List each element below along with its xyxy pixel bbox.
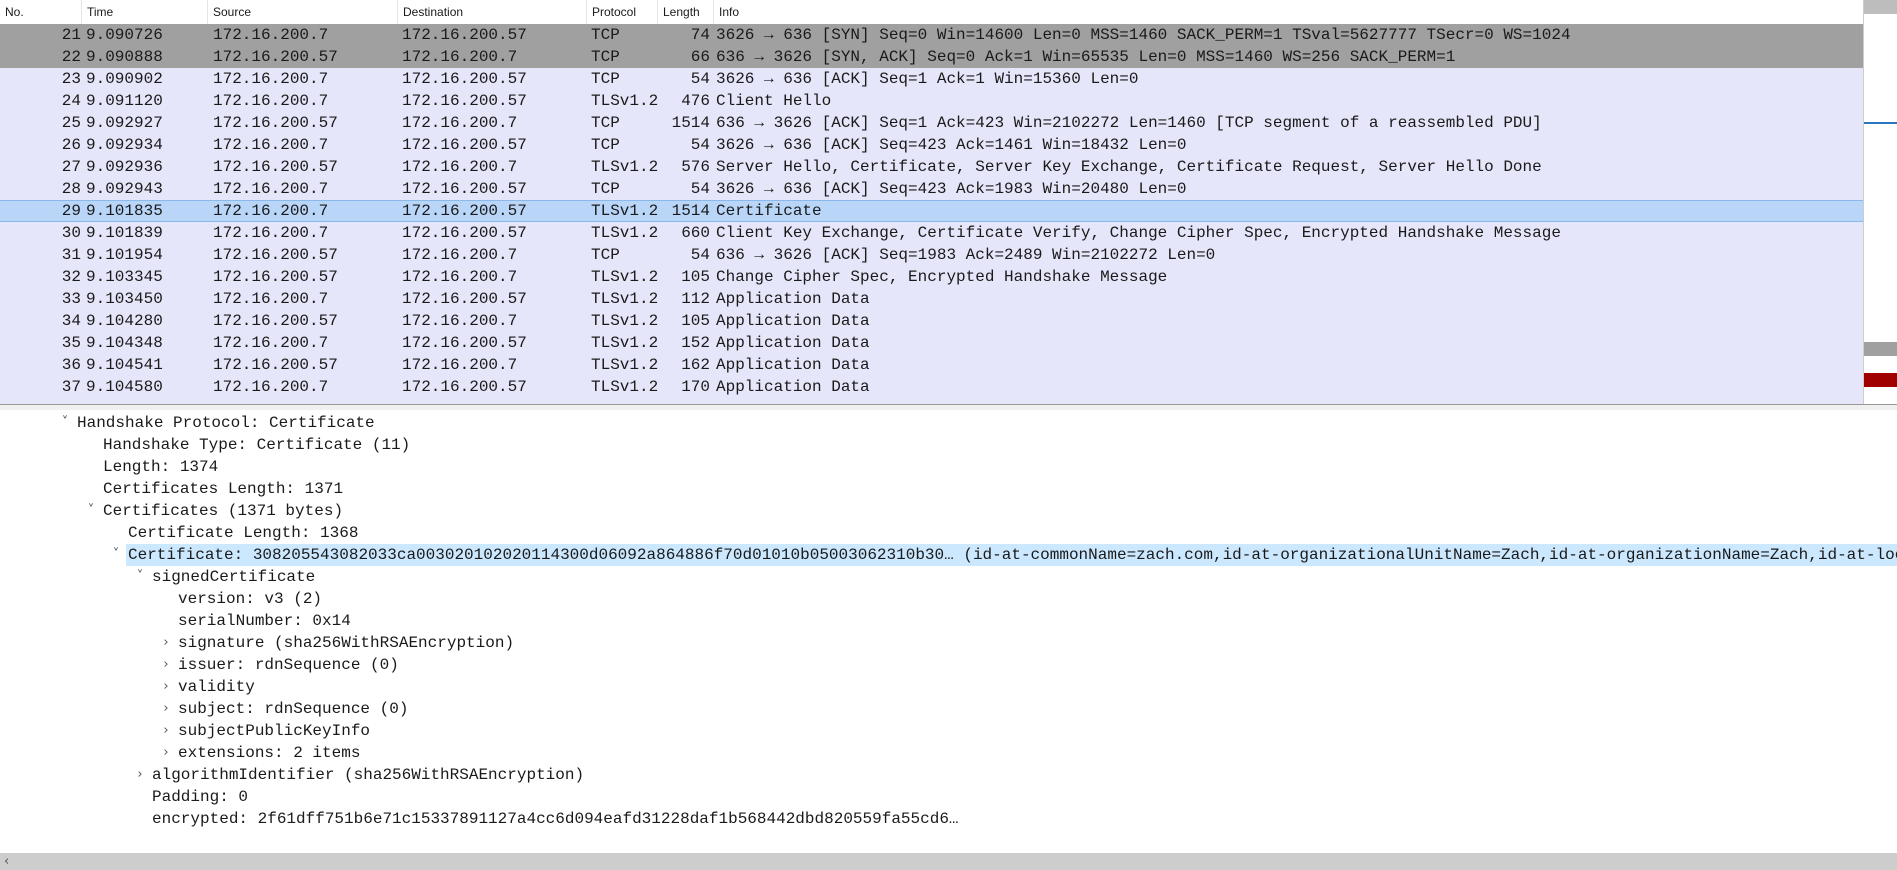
chevron-right-icon[interactable]: › [159,632,173,654]
chevron-right-icon[interactable]: › [159,698,173,720]
packet-length: 112 [681,290,710,308]
tree-item[interactable]: issuer: rdnSequence (0) [176,654,399,676]
packet-info: Application Data [716,378,870,396]
minimap-gray-marker [1864,342,1897,356]
packet-length: 54 [690,70,710,88]
scrollbar-thumb[interactable] [1864,0,1897,14]
packet-length: 476 [681,92,710,110]
tree-item-selected[interactable]: Certificate: 308205543082033ca0030201020… [126,544,1897,566]
packet-info: Change Cipher Spec, Encrypted Handshake … [716,268,1168,286]
packet-length: 162 [681,356,710,374]
column-header-length[interactable]: Length [658,0,714,24]
packet-row[interactable]: 22 9.090888 172.16.200.57 172.16.200.7 TCP 66… [0,46,1863,68]
tree-item[interactable]: subject: rdnSequence (0) [176,698,408,720]
packet-list[interactable]: No. Time Source Destination Protocol Len… [0,0,1863,404]
packet-row[interactable]: 34 9.104280 172.16.200.57 172.16.200.7 TLSv1… [0,310,1863,332]
tree-item[interactable]: Padding: 0 [150,786,248,808]
chevron-right-icon[interactable]: › [133,764,147,786]
chevron-right-icon[interactable]: › [159,742,173,764]
packet-row[interactable]: 23 9.090902 172.16.200.7 172.16.200.57 TCP 54… [0,68,1863,90]
packet-details-tree[interactable]: ˅ Handshake Protocol: Certificate Handshak… [0,410,1897,853]
column-header-time[interactable]: Time [82,0,208,24]
packet-info: Client Hello [716,92,832,110]
packet-info: Application Data [716,334,870,352]
packet-length: 105 [681,268,710,286]
chevron-right-icon[interactable]: › [159,676,173,698]
packet-row[interactable]: 21 9.090726 172.16.200.7 172.16.200.57 TCP 74… [0,24,1863,46]
packet-info: Certificate [716,202,822,220]
packet-info: 3626 → 636 [SYN] Seq=0 Win=14600 Len=0 M… [716,26,1571,44]
packet-length: 660 [681,224,710,242]
packet-info: 636 → 3626 [SYN, ACK] Seq=0 Ack=1 Win=65… [716,48,1456,66]
packet-row[interactable]: 33 9.103450 172.16.200.7 172.16.200.57 TLSv1… [0,288,1863,310]
tree-item[interactable]: Handshake Protocol: Certificate [75,412,375,434]
tree-item[interactable]: serialNumber: 0x14 [176,610,351,632]
chevron-down-icon[interactable]: ˅ [109,544,123,566]
packet-row[interactable]: 24 9.091120 172.16.200.7 172.16.200.57 TLSv1… [0,90,1863,112]
column-header-no[interactable]: No. [0,0,82,24]
packet-row[interactable]: 29 9.101835 172.16.200.7 172.16.200.57 TLSv1… [0,200,1863,222]
packet-length: 170 [681,378,710,396]
packet-length: 152 [681,334,710,352]
minimap-red-marker [1864,373,1897,387]
packet-info: Application Data [716,356,870,374]
chevron-right-icon[interactable]: › [159,654,173,676]
tree-item[interactable]: Certificate Length: 1368 [126,522,358,544]
tree-item[interactable]: signature (sha256WithRSAEncryption) [176,632,514,654]
packet-list-scrollbar-minimap[interactable] [1863,0,1897,404]
tree-item[interactable]: Certificates (1371 bytes) [101,500,343,522]
tree-item[interactable]: extensions: 2 items [176,742,360,764]
packet-length: 74 [690,26,710,44]
packet-list-header: No. Time Source Destination Protocol Len… [0,0,1863,25]
packet-info: Application Data [716,312,870,330]
packet-length: 66 [690,48,710,66]
column-header-protocol[interactable]: Protocol [587,0,658,24]
packet-length: 1514 [671,202,710,220]
chevron-down-icon[interactable]: ˅ [133,566,147,588]
column-header-source[interactable]: Source [208,0,398,24]
packet-info: 3626 → 636 [ACK] Seq=423 Ack=1983 Win=20… [716,180,1187,198]
tree-item[interactable]: algorithmIdentifier (sha256WithRSAEncryp… [150,764,584,786]
chevron-down-icon[interactable]: ˅ [58,412,72,434]
tree-item[interactable]: encrypted: 2f61dff751b6e71c15337891127a4… [150,808,959,830]
column-header-info[interactable]: Info [714,0,1863,24]
packet-info: 636 → 3626 [ACK] Seq=1983 Ack=2489 Win=2… [716,246,1216,264]
tree-item[interactable]: signedCertificate [150,566,315,588]
packet-info: Server Hello, Certificate, Server Key Ex… [716,158,1542,176]
packet-row[interactable]: 32 9.103345 172.16.200.57 172.16.200.7 TLSv1… [0,266,1863,288]
packet-info: 3626 → 636 [ACK] Seq=423 Ack=1461 Win=18… [716,136,1187,154]
packet-row[interactable]: 28 9.092943 172.16.200.7 172.16.200.57 TCP 54… [0,178,1863,200]
tree-item[interactable]: version: v3 (2) [176,588,322,610]
packet-row[interactable]: 36 9.104541 172.16.200.57 172.16.200.7 TLSv1… [0,354,1863,376]
packet-length: 576 [681,158,710,176]
packet-row[interactable]: 31 9.101954 172.16.200.57 172.16.200.7 TCP 54… [0,244,1863,266]
horizontal-scrollbar[interactable]: ‹ [0,853,1897,870]
column-header-destination[interactable]: Destination [398,0,587,24]
tree-item[interactable]: Certificates Length: 1371 [101,478,343,500]
tree-item[interactable]: Length: 1374 [101,456,218,478]
packet-info: Application Data [716,290,870,308]
packet-length: 105 [681,312,710,330]
packet-row[interactable]: 27 9.092936 172.16.200.57 172.16.200.7 TLSv1… [0,156,1863,178]
packet-length: 1514 [671,114,710,132]
packet-row[interactable]: 30 9.101839 172.16.200.7 172.16.200.57 TLSv1… [0,222,1863,244]
packet-info: 636 → 3626 [ACK] Seq=1 Ack=423 Win=21022… [716,114,1542,132]
chevron-right-icon[interactable]: › [159,720,173,742]
packet-row[interactable]: 26 9.092934 172.16.200.7 172.16.200.57 TCP 54… [0,134,1863,156]
chevron-left-icon[interactable]: ‹ [4,853,9,870]
packet-row[interactable]: 37 9.104580 172.16.200.7 172.16.200.57 TLSv1… [0,376,1863,398]
tree-item[interactable]: subjectPublicKeyInfo [176,720,370,742]
packet-length: 54 [690,180,710,198]
packet-length: 54 [690,136,710,154]
chevron-down-icon[interactable]: ˅ [84,500,98,522]
packet-row[interactable]: 25 9.092927 172.16.200.57 172.16.200.7 TCP 15… [0,112,1863,134]
tree-item[interactable]: validity [176,676,255,698]
packet-length: 54 [690,246,710,264]
packet-row[interactable]: 35 9.104348 172.16.200.7 172.16.200.57 TLSv1… [0,332,1863,354]
packet-info: Client Key Exchange, Certificate Verify,… [716,224,1561,242]
tree-item[interactable]: Handshake Type: Certificate (11) [101,434,410,456]
packet-info: 3626 → 636 [ACK] Seq=1 Ack=1 Win=15360 L… [716,70,1139,88]
minimap-selected-marker [1864,122,1897,124]
